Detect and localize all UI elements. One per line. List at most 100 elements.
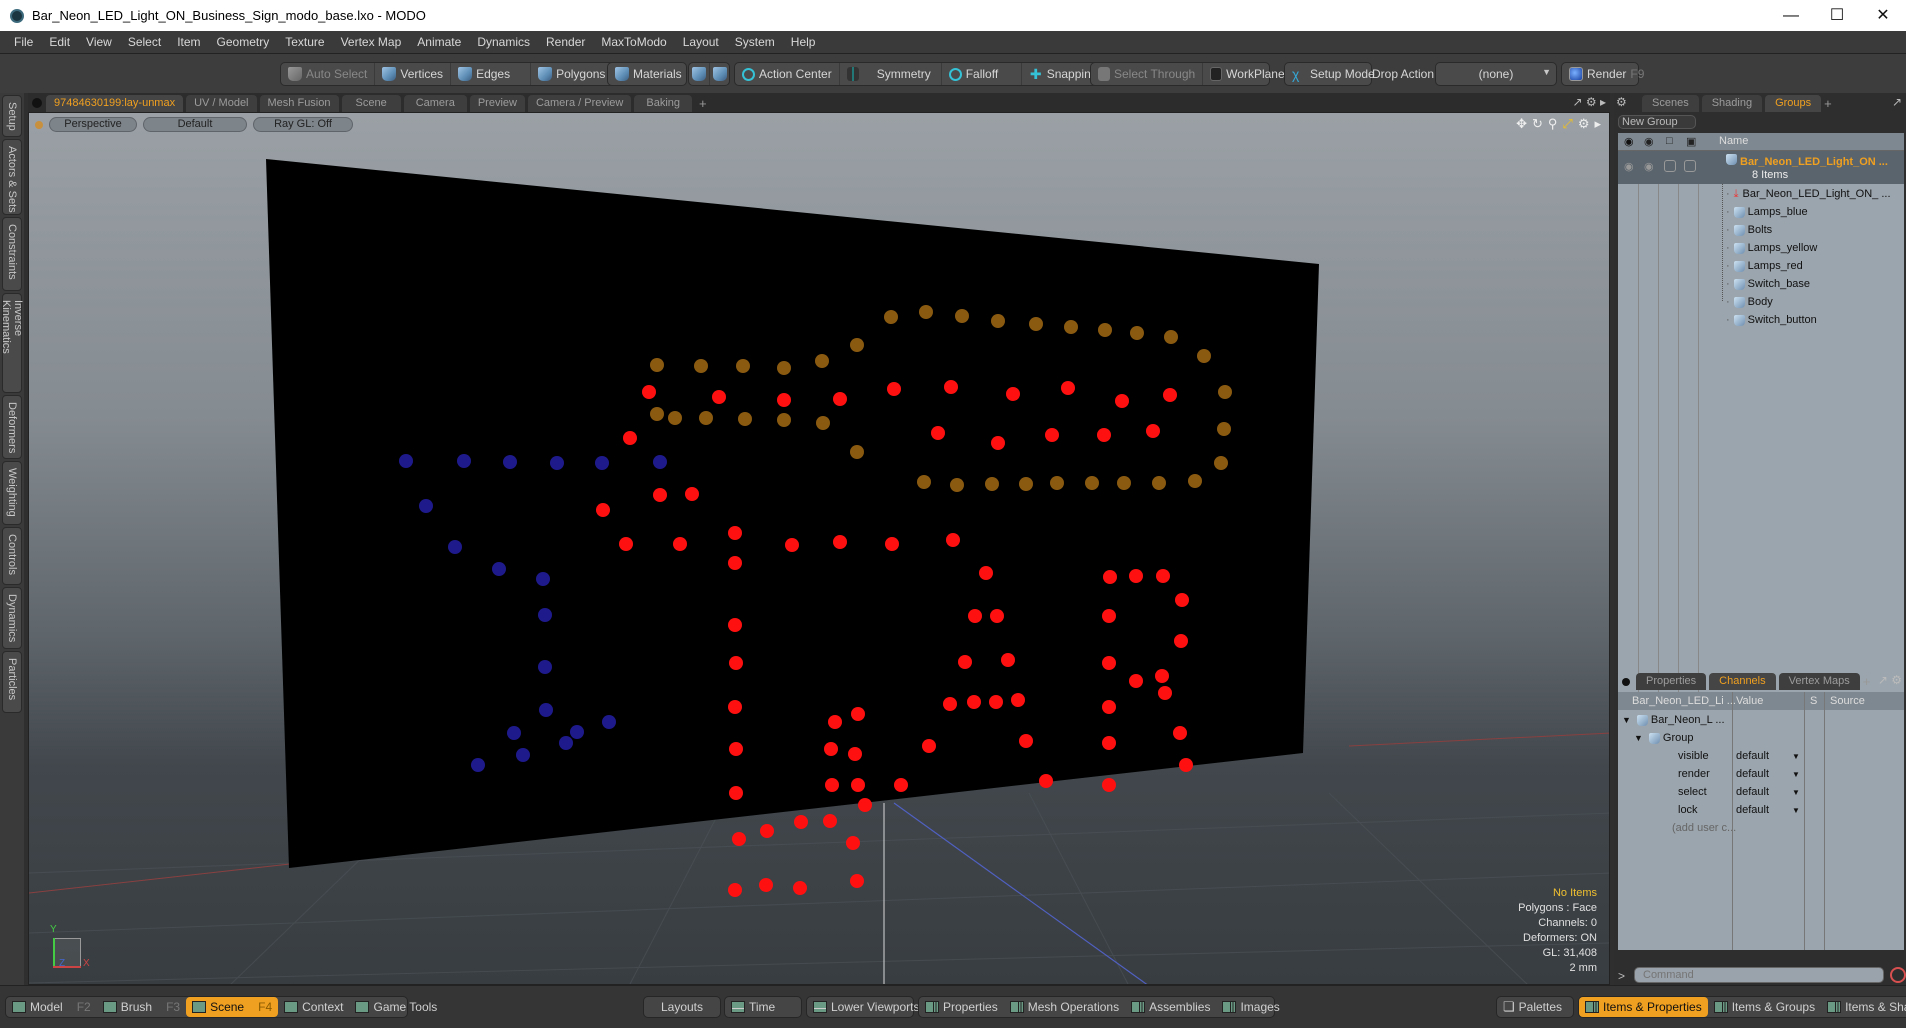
menu-render[interactable]: Render bbox=[538, 35, 593, 49]
tab-groups[interactable]: Groups bbox=[1765, 95, 1822, 112]
mode-game-tools-button[interactable]: Game Tools bbox=[349, 997, 443, 1017]
workspace-items-groups[interactable]: Items & Groups bbox=[1708, 997, 1821, 1017]
record-icon[interactable] bbox=[1890, 967, 1906, 983]
minimize-button[interactable]: — bbox=[1768, 0, 1814, 31]
group-render-icon[interactable]: ◉ bbox=[1644, 160, 1654, 173]
tab-vertex-maps[interactable]: Vertex Maps bbox=[1778, 673, 1860, 690]
chevron-down-icon[interactable]: ▼ bbox=[1792, 806, 1800, 815]
fit-icon[interactable]: ⤢ bbox=[1562, 116, 1572, 132]
setup-mode-button[interactable]: χ Setup Mode bbox=[1285, 63, 1382, 85]
vtab-weighting[interactable]: Weighting bbox=[2, 461, 22, 525]
tab-menu-dot-icon[interactable] bbox=[32, 98, 42, 108]
menu-vertex-map[interactable]: Vertex Map bbox=[333, 35, 410, 49]
tab-mesh-fusion[interactable]: Mesh Fusion bbox=[259, 95, 339, 112]
transform-button-1[interactable] bbox=[689, 63, 710, 85]
mesh-operations-panel-button[interactable]: Mesh Operations bbox=[1004, 997, 1125, 1017]
col-value[interactable]: Value bbox=[1736, 695, 1763, 707]
new-group-button[interactable]: New Group bbox=[1618, 115, 1696, 129]
group-visible-icon[interactable]: ◉ bbox=[1624, 160, 1634, 173]
channel-row[interactable]: render default ▼ bbox=[1618, 765, 1904, 783]
list-item[interactable]: · Lamps_red bbox=[1726, 257, 1803, 275]
expand-triangle-icon[interactable]: ▼ bbox=[1634, 733, 1643, 743]
menu-select[interactable]: Select bbox=[120, 35, 169, 49]
col-s[interactable]: S bbox=[1810, 695, 1817, 707]
mode-context-button[interactable]: Context bbox=[278, 997, 349, 1017]
channel-row[interactable]: lock default ▼ bbox=[1618, 801, 1904, 819]
menu-help[interactable]: Help bbox=[783, 35, 824, 49]
group-row[interactable]: ◉ ◉ Bar_Neon_LED_Light_ON ... 8 Items bbox=[1618, 151, 1904, 184]
workspace-items-properties[interactable]: Items & Properties bbox=[1579, 997, 1708, 1017]
vtab-inverse-kinematics[interactable]: Inverse Kinematics bbox=[0, 293, 24, 393]
list-item[interactable]: · Switch_button bbox=[1726, 311, 1817, 329]
add-user-channel[interactable]: (add user c... bbox=[1672, 819, 1736, 837]
falloff-button[interactable]: Falloff bbox=[942, 63, 1022, 85]
images-panel-button[interactable]: Images bbox=[1216, 997, 1285, 1017]
channel-value-dropdown[interactable]: default bbox=[1736, 768, 1769, 780]
viewport-tab-options-icon[interactable]: ↗ ⚙ ▸ bbox=[1572, 95, 1606, 109]
select-column-icon[interactable]: □ bbox=[1666, 135, 1673, 147]
mode-scene-button[interactable]: Scene F4 bbox=[186, 997, 279, 1017]
command-input[interactable] bbox=[1634, 967, 1884, 983]
tab-properties[interactable]: Properties bbox=[1636, 673, 1707, 690]
menu-geometry[interactable]: Geometry bbox=[209, 35, 278, 49]
tab-camera-preview[interactable]: Camera / Preview bbox=[527, 95, 632, 112]
raygl-toggle[interactable]: Ray GL: Off bbox=[253, 117, 353, 132]
menu-item[interactable]: Item bbox=[169, 35, 208, 49]
auto-select-button[interactable]: Auto Select bbox=[281, 63, 376, 85]
list-item[interactable]: · ⤓ Bar_Neon_LED_Light_ON_ ... bbox=[1726, 185, 1891, 203]
menu-system[interactable]: System bbox=[727, 35, 783, 49]
add-channel-tab-button[interactable]: + bbox=[1863, 673, 1871, 690]
shading-default-dropdown[interactable]: Default bbox=[143, 117, 247, 132]
tab-channels[interactable]: Channels bbox=[1709, 673, 1776, 690]
vtab-constraints[interactable]: Constraints bbox=[2, 217, 22, 291]
visibility-column-icon[interactable]: ◉ bbox=[1624, 135, 1634, 148]
menu-layout[interactable]: Layout bbox=[675, 35, 727, 49]
vtab-actors-sets[interactable]: Actors & Sets bbox=[2, 139, 22, 215]
workplane-button[interactable]: WorkPlane bbox=[1203, 63, 1291, 85]
properties-panel-button[interactable]: Properties bbox=[919, 997, 1004, 1017]
list-item[interactable]: · Body bbox=[1726, 293, 1773, 311]
menu-maxtomodo[interactable]: MaxToModo bbox=[593, 35, 674, 49]
polygons-button[interactable]: Polygons bbox=[531, 63, 612, 85]
chevron-down-icon[interactable]: ▼ bbox=[1792, 788, 1800, 797]
name-column-header[interactable]: Name bbox=[1719, 135, 1748, 147]
symmetry-button[interactable]: Symmetry bbox=[840, 63, 942, 85]
palettes-button[interactable]: ❏ Palettes bbox=[1496, 996, 1574, 1018]
channel-value-dropdown[interactable]: default bbox=[1736, 750, 1769, 762]
maximize-button[interactable]: ☐ bbox=[1814, 0, 1860, 31]
tab-baking[interactable]: Baking bbox=[634, 95, 693, 112]
tab-uv-model[interactable]: UV / Model bbox=[186, 95, 257, 112]
menu-dynamics[interactable]: Dynamics bbox=[469, 35, 538, 49]
maximize-panel-icon[interactable]: ↗ bbox=[1892, 95, 1902, 109]
panel-options-icon[interactable]: ⚙ bbox=[1616, 95, 1627, 109]
menu-file[interactable]: File bbox=[6, 35, 41, 49]
add-panel-tab-button[interactable]: + bbox=[1824, 95, 1832, 112]
render-button[interactable]: Render F9 bbox=[1562, 63, 1651, 85]
tab-preview[interactable]: Preview bbox=[469, 95, 525, 112]
time-button[interactable]: Time bbox=[724, 996, 802, 1018]
select-through-button[interactable]: Select Through bbox=[1091, 63, 1204, 85]
vtab-particles[interactable]: Particles bbox=[2, 651, 22, 713]
menu-view[interactable]: View bbox=[78, 35, 120, 49]
list-item[interactable]: · Bolts bbox=[1726, 221, 1772, 239]
lock-column-icon[interactable]: ▣ bbox=[1686, 135, 1696, 148]
drop-action-select[interactable]: (none) ▼ bbox=[1435, 62, 1557, 86]
chevron-down-icon[interactable]: ▼ bbox=[1792, 770, 1800, 779]
assemblies-panel-button[interactable]: Assemblies bbox=[1125, 997, 1216, 1017]
edges-button[interactable]: Edges bbox=[451, 63, 532, 85]
tab-camera[interactable]: Camera bbox=[403, 95, 467, 112]
channel-group-row[interactable]: ▼ Group bbox=[1634, 729, 1694, 747]
chevron-down-icon[interactable]: ▼ bbox=[1792, 752, 1800, 761]
materials-button[interactable]: Materials bbox=[608, 63, 689, 85]
col-item[interactable]: Bar_Neon_LED_Li ... bbox=[1632, 695, 1736, 707]
expand-triangle-icon[interactable]: ▼ bbox=[1622, 715, 1631, 725]
expand-arrow-icon[interactable]: ▸ bbox=[1594, 116, 1601, 132]
render-column-icon[interactable]: ◉ bbox=[1644, 135, 1654, 148]
lower-viewports-button[interactable]: Lower Viewports bbox=[806, 996, 920, 1018]
group-select-checkbox[interactable] bbox=[1664, 160, 1676, 172]
zoom-icon[interactable]: ⚲ bbox=[1548, 116, 1558, 132]
list-item[interactable]: · Lamps_blue bbox=[1726, 203, 1808, 221]
menu-animate[interactable]: Animate bbox=[409, 35, 469, 49]
vtab-setup[interactable]: Setup bbox=[2, 95, 22, 137]
add-tab-button[interactable]: + bbox=[699, 95, 707, 112]
